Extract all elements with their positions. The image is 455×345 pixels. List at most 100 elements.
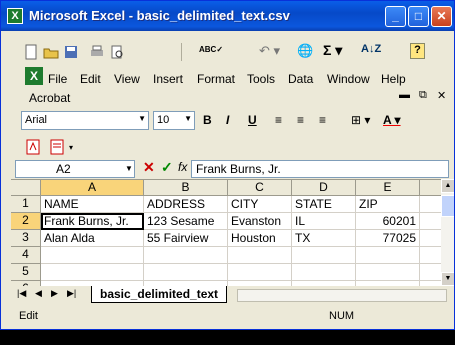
menu-insert[interactable]: Insert [153, 72, 183, 86]
name-box[interactable]: A2 [15, 160, 135, 178]
bold-icon[interactable]: B [203, 113, 212, 127]
menu-format[interactable]: Format [197, 72, 235, 86]
cell-f2[interactable] [420, 213, 441, 230]
align-right-icon[interactable]: ≡ [319, 113, 326, 127]
column-header-c[interactable]: C [228, 180, 292, 196]
cell-c4[interactable] [228, 247, 292, 264]
menu-help[interactable]: Help [381, 72, 406, 86]
new-icon[interactable] [23, 44, 39, 60]
enter-icon[interactable]: ✓ [161, 159, 173, 176]
menu-acrobat[interactable]: Acrobat [29, 91, 70, 105]
align-left-icon[interactable]: ≡ [275, 113, 282, 127]
cell-d1[interactable]: STATE [292, 196, 356, 213]
cell-b5[interactable] [144, 264, 228, 281]
column-header-d[interactable]: D [292, 180, 356, 196]
sort-icon[interactable]: A↓Z [361, 43, 381, 55]
cell-b1[interactable]: ADDRESS [144, 196, 228, 213]
column-header-a[interactable]: A [41, 180, 144, 196]
cell-d5[interactable] [292, 264, 356, 281]
cell-e3[interactable]: 77025 [356, 230, 420, 247]
borders-icon[interactable]: ⊞ ▾ [351, 113, 370, 127]
scroll-up-icon[interactable]: ▲ [441, 179, 454, 193]
row-header-1[interactable]: 1 [11, 196, 41, 213]
cell-a4[interactable] [41, 247, 144, 264]
cell-a3[interactable]: Alan Alda [41, 230, 144, 247]
chevron-down-icon[interactable]: ▼ [125, 164, 133, 173]
column-header-b[interactable]: B [144, 180, 228, 196]
pdf-email-icon[interactable] [49, 139, 65, 155]
spellcheck-icon[interactable]: ABC✓ [199, 45, 223, 54]
scroll-down-icon[interactable]: ▼ [441, 272, 454, 286]
row-header-2[interactable]: 2 [11, 213, 41, 230]
cell-e2[interactable]: 60201 [356, 213, 420, 230]
font-dropdown[interactable]: Arial ▼ [21, 111, 149, 130]
cell-f4[interactable] [420, 247, 441, 264]
next-sheet-icon[interactable]: ▶ [51, 288, 58, 299]
menu-data[interactable]: Data [288, 72, 313, 86]
cell-b2[interactable]: 123 Sesame [144, 213, 228, 230]
maximize-workbook-button[interactable]: ⧉ [419, 89, 427, 102]
cell-d3[interactable]: TX [292, 230, 356, 247]
vertical-scrollbar[interactable]: ▲ ▼ [441, 179, 454, 286]
close-workbook-button[interactable]: ✕ [437, 89, 446, 102]
cell-c2[interactable]: Evanston [228, 213, 292, 230]
spreadsheet-grid[interactable]: A B C D E 1 2 3 4 5 6 NAME ADDRESS CITY … [11, 179, 441, 286]
sheet-tab-active[interactable]: basic_delimited_text [91, 286, 228, 303]
restore-workbook-button[interactable]: ▬ [399, 89, 410, 101]
workbook-icon[interactable]: X [25, 67, 43, 85]
align-center-icon[interactable]: ≡ [297, 113, 304, 127]
prev-sheet-icon[interactable]: ◀ [35, 288, 42, 299]
column-header-e[interactable]: E [356, 180, 420, 196]
cancel-icon[interactable]: ✕ [143, 159, 155, 176]
help-icon[interactable]: ? [410, 43, 425, 59]
menu-tools[interactable]: Tools [247, 72, 275, 86]
menu-window[interactable]: Window [327, 72, 370, 86]
first-sheet-icon[interactable]: |◀ [17, 288, 26, 299]
close-button[interactable]: ✕ [431, 6, 452, 27]
menu-file[interactable]: File [48, 72, 67, 86]
menu-view[interactable]: View [114, 72, 140, 86]
horizontal-scrollbar[interactable] [237, 289, 447, 302]
undo-icon[interactable]: ↶ ▾ [259, 43, 280, 59]
cell-d2[interactable]: IL [292, 213, 356, 230]
row-header-5[interactable]: 5 [11, 264, 41, 281]
select-all-corner[interactable] [11, 180, 41, 196]
column-header-next[interactable] [420, 180, 441, 196]
title-bar[interactable]: X Microsoft Excel - basic_delimited_text… [1, 1, 454, 31]
cell-c1[interactable]: CITY [228, 196, 292, 213]
formula-input[interactable]: Frank Burns, Jr. [191, 160, 449, 178]
scroll-thumb[interactable] [441, 195, 454, 217]
cell-f5[interactable] [420, 264, 441, 281]
chevron-down-icon[interactable]: ▾ [69, 143, 73, 152]
cell-a5[interactable] [41, 264, 144, 281]
cell-d4[interactable] [292, 247, 356, 264]
underline-icon[interactable]: U [248, 113, 257, 127]
row-header-3[interactable]: 3 [11, 230, 41, 247]
cell-e5[interactable] [356, 264, 420, 281]
save-icon[interactable] [63, 44, 79, 60]
cell-e1[interactable]: ZIP [356, 196, 420, 213]
open-icon[interactable] [43, 44, 59, 60]
cell-f3[interactable] [420, 230, 441, 247]
print-preview-icon[interactable] [109, 44, 125, 60]
cell-c3[interactable]: Houston [228, 230, 292, 247]
italic-icon[interactable]: I [226, 113, 229, 127]
font-color-icon[interactable]: A ▾ [383, 113, 401, 127]
last-sheet-icon[interactable]: ▶| [67, 288, 76, 299]
maximize-button[interactable]: □ [408, 6, 429, 27]
cell-a2[interactable]: Frank Burns, Jr. [41, 213, 144, 230]
minimize-button[interactable]: _ [385, 6, 406, 27]
autosum-icon[interactable]: Σ ▾ [323, 42, 342, 59]
menu-edit[interactable]: Edit [80, 72, 101, 86]
cell-b4[interactable] [144, 247, 228, 264]
print-icon[interactable] [89, 44, 105, 60]
function-icon[interactable]: fx [178, 160, 187, 174]
pdf-icon[interactable] [25, 139, 41, 155]
cell-e4[interactable] [356, 247, 420, 264]
cell-a1[interactable]: NAME [41, 196, 144, 213]
hyperlink-icon[interactable]: 🌐 [297, 43, 313, 59]
cell-c5[interactable] [228, 264, 292, 281]
row-header-4[interactable]: 4 [11, 247, 41, 264]
excel-app-icon[interactable]: X [7, 8, 23, 24]
font-size-dropdown[interactable]: 10 ▼ [153, 111, 195, 130]
